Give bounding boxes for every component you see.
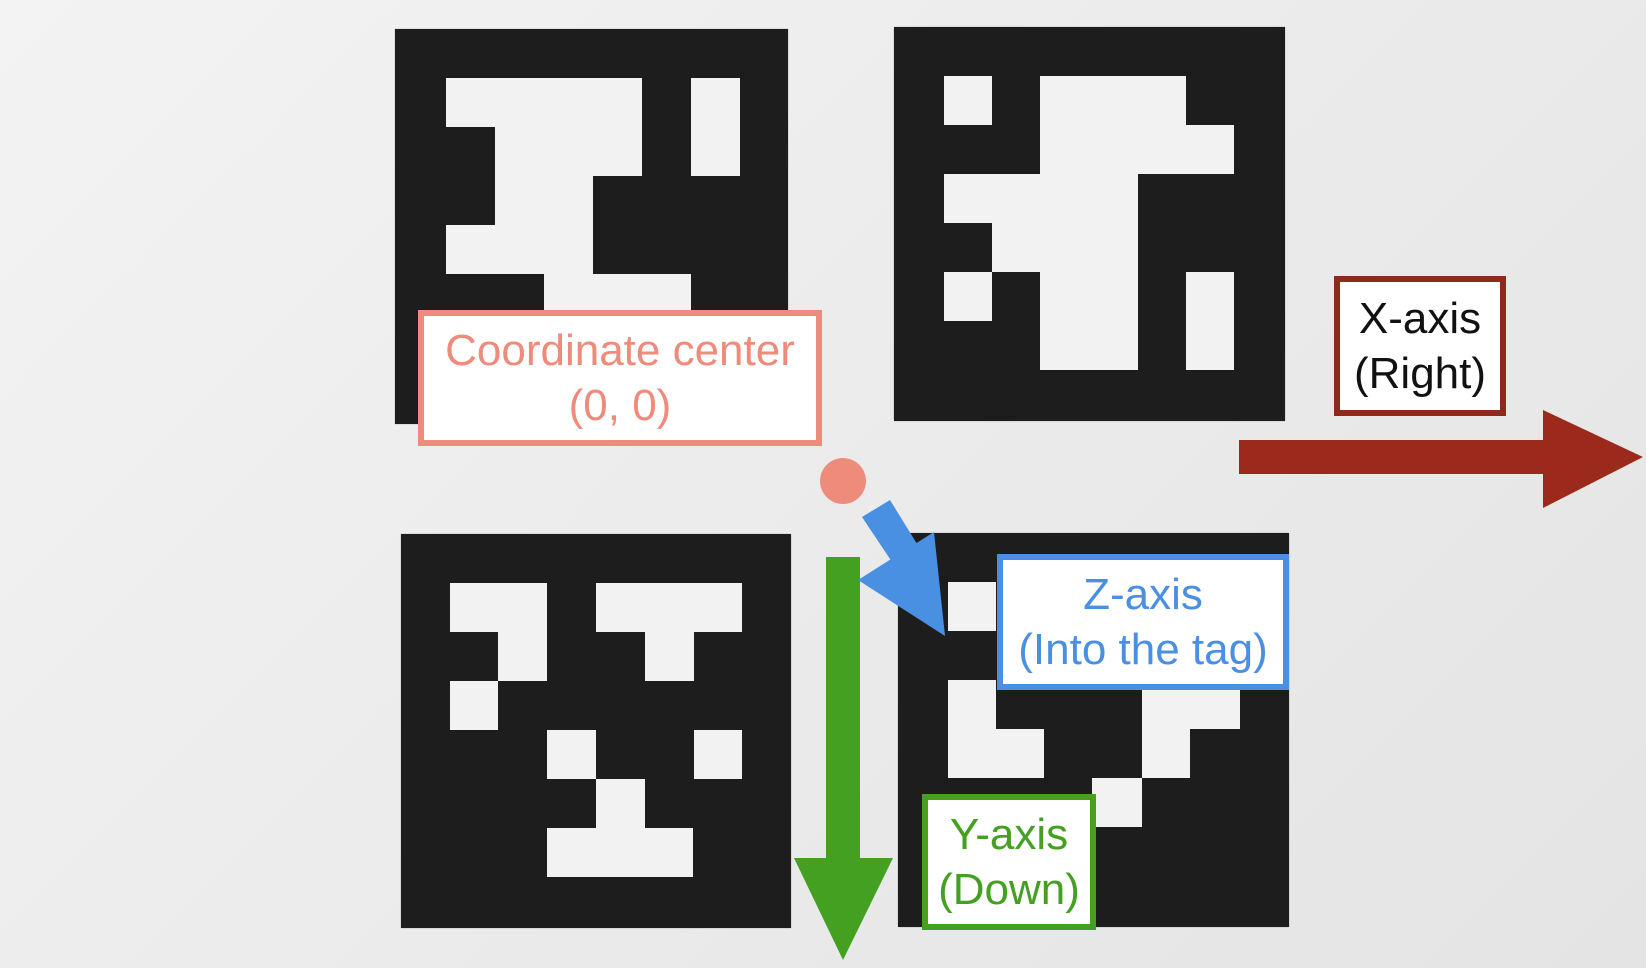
y-axis-label: Y-axis (Down) xyxy=(922,794,1096,930)
origin-label-line2: (0, 0) xyxy=(568,381,672,430)
x-axis-label: X-axis (Right) xyxy=(1334,276,1506,416)
y-axis-label-line1: Y-axis xyxy=(949,810,1069,859)
x-axis-label-line2: (Right) xyxy=(1353,349,1487,398)
x-axis-label-line1: X-axis xyxy=(1358,294,1482,343)
z-axis-arrow xyxy=(858,500,945,636)
coordinate-diagram: Coordinate center (0, 0) X-axis (Right) … xyxy=(0,0,1646,968)
x-axis-arrow xyxy=(1239,410,1643,508)
origin-label: Coordinate center (0, 0) xyxy=(418,310,822,446)
y-axis-label-line2: (Down) xyxy=(938,865,1080,914)
z-axis-label: Z-axis (Into the tag) xyxy=(997,554,1289,690)
origin-dot xyxy=(820,458,866,504)
origin-label-line1: Coordinate center xyxy=(445,326,795,375)
z-axis-label-line2: (Into the tag) xyxy=(1018,625,1268,674)
z-axis-label-line1: Z-axis xyxy=(1083,570,1203,619)
axes-overlay xyxy=(794,410,1643,960)
y-axis-arrow xyxy=(794,557,893,960)
